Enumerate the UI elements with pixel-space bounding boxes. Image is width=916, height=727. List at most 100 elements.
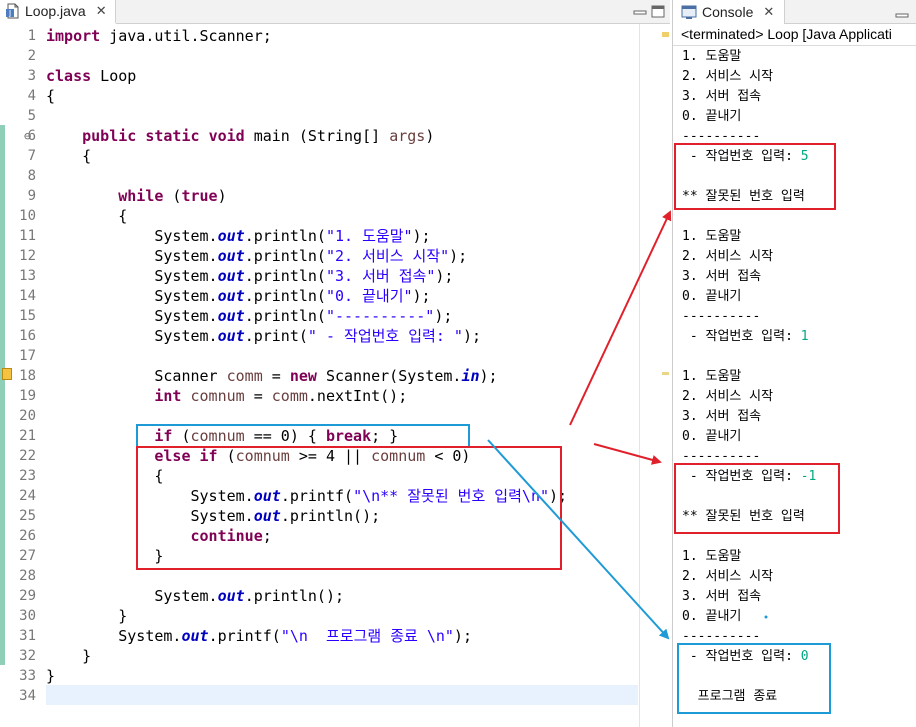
- line-number: 24: [19, 488, 36, 504]
- code-line[interactable]: {: [46, 86, 55, 106]
- user-input-value: 1: [800, 329, 809, 344]
- annotation-box-invalid-branch: [136, 446, 562, 570]
- code-line[interactable]: int comnum = comm.nextInt();: [46, 386, 407, 406]
- code-line[interactable]: System.out.println("----------");: [46, 306, 452, 326]
- line-number: 1: [27, 28, 36, 44]
- code-editor[interactable]: J Loop.java ✕ ⊖ 1 2 3 4 5 6 7 8 9 10 11 12 13 14 15 16 1…: [0, 0, 670, 727]
- code-line[interactable]: System.out.println();: [46, 586, 344, 606]
- line-number: 11: [19, 228, 36, 244]
- annotation-box-output-0: [677, 643, 831, 714]
- line-number: 32: [19, 648, 36, 664]
- console-line: 0. 끝내기: [682, 287, 741, 307]
- change-ruler: [0, 125, 5, 665]
- overview-warning-marker[interactable]: [662, 32, 669, 37]
- code-line[interactable]: {: [46, 206, 127, 226]
- code-line[interactable]: Scanner comm = new Scanner(System.in);: [46, 366, 497, 386]
- line-number: 8: [27, 168, 36, 184]
- code-line[interactable]: class Loop: [46, 66, 136, 86]
- overview-occurrence-marker[interactable]: [662, 372, 669, 375]
- console-text: ----------: [682, 129, 761, 144]
- code-line[interactable]: System.out.printf("\n 프로그램 종료 \n");: [46, 626, 472, 646]
- close-icon[interactable]: ✕: [763, 5, 774, 20]
- line-number: 15: [19, 308, 36, 324]
- java-file-icon: J: [5, 3, 21, 19]
- tab-console[interactable]: Console ✕: [673, 0, 785, 24]
- console-line: 2. 서비스 시작: [682, 567, 773, 587]
- console-line: 1. 도움말: [682, 227, 741, 247]
- line-number: 3: [27, 68, 36, 84]
- code-line[interactable]: System.out.println("3. 서버 접속");: [46, 266, 453, 286]
- warning-icon[interactable]: [2, 368, 12, 380]
- editor-tab-bar: J Loop.java ✕: [0, 0, 670, 24]
- console-view[interactable]: Console ✕ <terminated> Loop [Java Applic…: [672, 0, 916, 727]
- console-line: 0. 끝내기: [682, 107, 741, 127]
- console-text: 0. 끝내기: [682, 109, 742, 124]
- line-number: 6: [27, 128, 36, 144]
- console-text: 3. 서버 접속: [682, 589, 762, 604]
- console-status: <terminated> Loop [Java Applicati: [681, 26, 892, 42]
- code-line[interactable]: public static void main (String[] args): [46, 126, 434, 146]
- console-text: 1. 도움말: [682, 229, 742, 244]
- console-text: 2. 서비스 시작: [682, 249, 774, 264]
- console-line: 2. 서비스 시작: [682, 247, 773, 267]
- minimize-icon[interactable]: [632, 4, 648, 18]
- line-number: 33: [19, 668, 36, 684]
- console-line: 3. 서버 접속: [682, 587, 761, 607]
- code-line[interactable]: while (true): [46, 186, 226, 206]
- line-number: 26: [19, 528, 36, 544]
- console-text: 3. 서버 접속: [682, 89, 762, 104]
- tab-loop-java[interactable]: J Loop.java ✕: [0, 0, 116, 24]
- console-tab-bar: Console ✕: [673, 0, 916, 24]
- overview-ruler-border: [639, 24, 640, 727]
- code-line[interactable]: }: [46, 606, 127, 626]
- line-number: 21: [19, 428, 36, 444]
- code-line[interactable]: System.out.println("0. 끝내기");: [46, 286, 430, 306]
- line-number: 13: [19, 268, 36, 284]
- maximize-icon[interactable]: [650, 4, 666, 18]
- console-text: - 작업번호 입력:: [682, 329, 801, 344]
- line-number: 16: [19, 328, 36, 344]
- line-number: 20: [19, 408, 36, 424]
- line-number: 29: [19, 588, 36, 604]
- line-number: 7: [27, 148, 36, 164]
- code-line[interactable]: }: [46, 666, 55, 686]
- console-text: 0. 끝내기: [682, 289, 742, 304]
- line-number: 4: [27, 88, 36, 104]
- console-tab-title: Console: [702, 4, 754, 20]
- console-line: - 작업번호 입력: 1: [682, 327, 809, 347]
- console-text: 3. 서버 접속: [682, 409, 762, 424]
- line-number: 28: [19, 568, 36, 584]
- console-line: 1. 도움말: [682, 547, 741, 567]
- divider: [673, 45, 916, 46]
- console-text: 1. 도움말: [682, 549, 742, 564]
- console-text: 0. 끝내기: [682, 609, 742, 624]
- code-line[interactable]: System.out.println("1. 도움말");: [46, 226, 430, 246]
- console-text: 3. 서버 접속: [682, 269, 762, 284]
- svg-text:J: J: [8, 9, 11, 18]
- annotation-box-break: [136, 424, 470, 448]
- line-number: 25: [19, 508, 36, 524]
- minimize-icon[interactable]: [895, 6, 909, 18]
- console-text: 1. 도움말: [682, 369, 742, 384]
- code-line[interactable]: import java.util.Scanner;: [46, 26, 272, 46]
- line-number: 23: [19, 468, 36, 484]
- console-line: 0. 끝내기: [682, 607, 741, 627]
- console-line: 2. 서비스 시작: [682, 67, 773, 87]
- line-number: 14: [19, 288, 36, 304]
- line-number: 19: [19, 388, 36, 404]
- console-icon: [681, 4, 697, 20]
- close-icon[interactable]: ✕: [96, 4, 107, 19]
- console-line: 1. 도움말: [682, 47, 741, 67]
- line-number: 31: [19, 628, 36, 644]
- line-number: 9: [27, 188, 36, 204]
- console-line: 2. 서비스 시작: [682, 387, 773, 407]
- console-text: ----------: [682, 449, 761, 464]
- line-number: 2: [27, 48, 36, 64]
- code-line[interactable]: {: [46, 146, 91, 166]
- console-text: 2. 서비스 시작: [682, 69, 774, 84]
- code-line[interactable]: System.out.print(" - 작업번호 입력: ");: [46, 326, 481, 346]
- line-number: 34: [19, 688, 36, 704]
- code-line[interactable]: }: [46, 646, 91, 666]
- annotation-box-output-neg1: [674, 463, 840, 534]
- code-line[interactable]: System.out.println("2. 서비스 시작");: [46, 246, 467, 266]
